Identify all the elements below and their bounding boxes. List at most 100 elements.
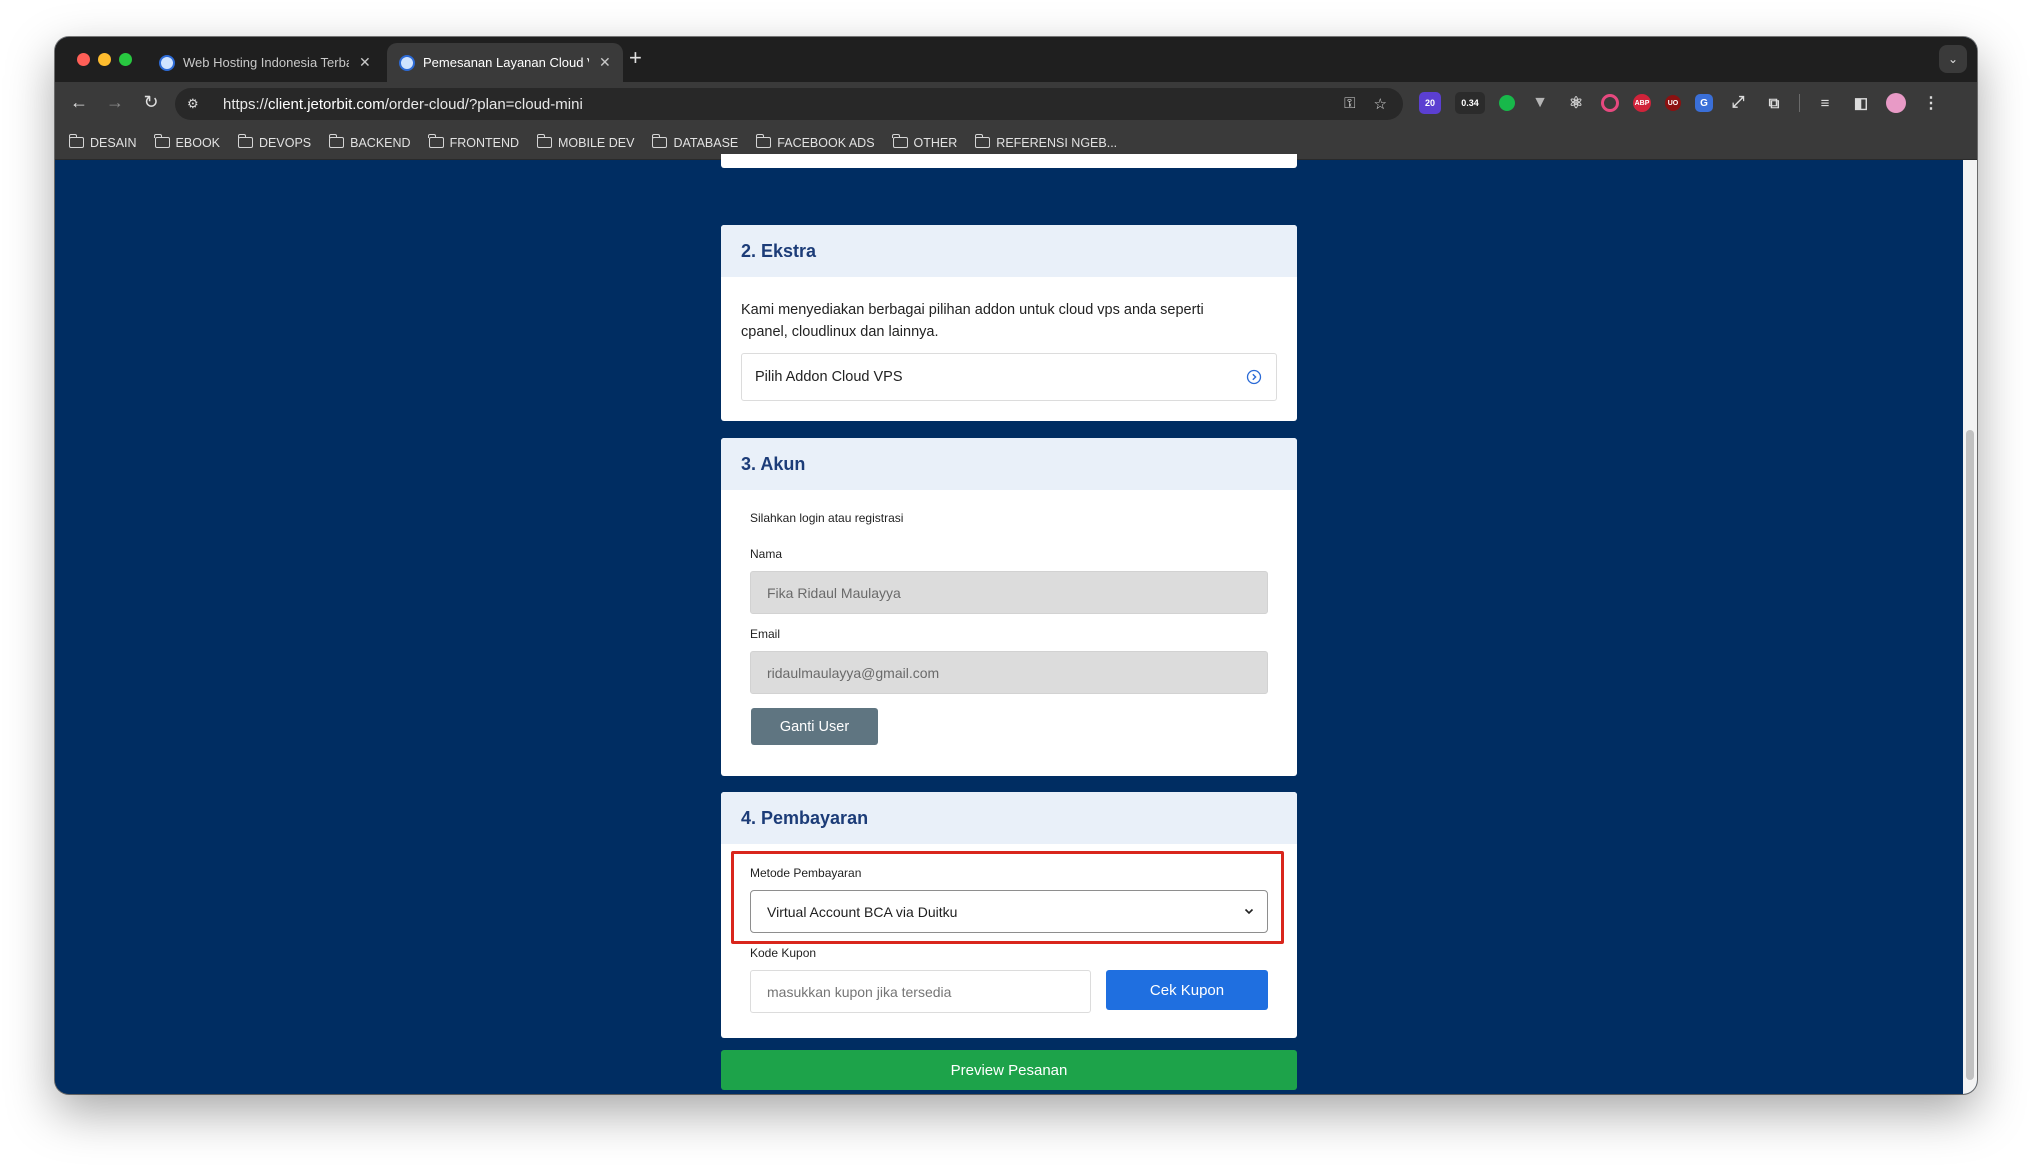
change-user-button[interactable]: Ganti User bbox=[751, 708, 878, 745]
extension-20-icon[interactable]: 20 bbox=[1419, 92, 1441, 114]
expand-arrows-icon[interactable]: ⤢ bbox=[1727, 92, 1749, 114]
folder-icon bbox=[428, 134, 444, 148]
tab-title: Pemesanan Layanan Cloud VPS bbox=[423, 55, 589, 70]
bookmark-folder[interactable]: FRONTEND bbox=[428, 134, 520, 150]
tab-search-chevron-icon[interactable]: ⌄ bbox=[1939, 45, 1967, 73]
bookmark-label: DEVOPS bbox=[259, 135, 312, 150]
back-arrow-icon[interactable]: ← bbox=[67, 92, 91, 113]
tab-web-hosting[interactable]: Web Hosting Indonesia Terbaik ✕ bbox=[147, 43, 387, 82]
email-field: ridaulmaulayya@gmail.com bbox=[750, 651, 1268, 694]
bookmark-star-icon[interactable]: ☆ bbox=[1374, 95, 1387, 113]
akun-card: 3. Akun Silahkan login atau registrasi N… bbox=[721, 438, 1297, 776]
folder-icon bbox=[68, 134, 84, 148]
coupon-input[interactable] bbox=[750, 970, 1091, 1013]
bookmark-folder[interactable]: MOBILE DEV bbox=[536, 134, 635, 150]
plus-icon[interactable]: + bbox=[629, 45, 642, 71]
ublock-icon[interactable]: UO bbox=[1665, 95, 1681, 111]
password-key-icon[interactable]: ⚿ bbox=[1344, 95, 1355, 113]
react-devtools-icon[interactable]: ⚛ bbox=[1565, 92, 1587, 114]
scrollbar-thumb[interactable] bbox=[1966, 430, 1974, 1080]
page-scrollbar[interactable] bbox=[1963, 160, 1977, 1094]
pembayaran-card: 4. Pembayaran Metode Pembayaran Virtual … bbox=[721, 792, 1297, 1038]
akun-heading: 3. Akun bbox=[721, 438, 1297, 490]
bookmark-label: DATABASE bbox=[673, 135, 739, 150]
addon-select-button[interactable]: Pilih Addon Cloud VPS bbox=[741, 353, 1277, 401]
tab-pemesanan[interactable]: Pemesanan Layanan Cloud VPS ✕ bbox=[387, 43, 623, 82]
extension-green-dot-icon[interactable] bbox=[1499, 95, 1515, 111]
extensions-bar: 20 0.34 ▼ ⚛ ABP UO G ⤢ ⧉ ≡ ◧ ⋮ bbox=[1419, 92, 1942, 114]
bookmark-folder[interactable]: DESAIN bbox=[68, 134, 137, 150]
tab-title: Web Hosting Indonesia Terbaik bbox=[183, 55, 349, 70]
email-label: Email bbox=[750, 627, 781, 641]
color-picker-icon[interactable] bbox=[1601, 94, 1619, 112]
folder-icon bbox=[651, 134, 668, 148]
maximize-window-button[interactable] bbox=[119, 53, 132, 66]
bookmark-folder[interactable]: EBOOK bbox=[154, 134, 221, 150]
payment-method-label: Metode Pembayaran bbox=[750, 866, 862, 880]
check-coupon-button[interactable]: Cek Kupon bbox=[1106, 970, 1268, 1010]
forward-arrow-icon[interactable]: → bbox=[103, 92, 127, 113]
ekstra-card: 2. Ekstra Kami menyediakan berbagai pili… bbox=[721, 225, 1297, 421]
extension-034-icon[interactable]: 0.34 bbox=[1455, 92, 1485, 114]
profile-avatar[interactable] bbox=[1886, 93, 1906, 113]
more-menu-icon[interactable]: ⋮ bbox=[1920, 92, 1942, 114]
bookmark-folder[interactable]: REFERENSI NGEB... bbox=[974, 134, 1118, 150]
bookmark-folder[interactable]: DEVOPS bbox=[237, 134, 312, 150]
folder-icon bbox=[328, 134, 345, 148]
tab-strip: Web Hosting Indonesia Terbaik ✕ Pemesana… bbox=[55, 37, 1977, 82]
jetorbit-favicon-icon bbox=[399, 54, 415, 71]
name-field: Fika Ridaul Maulayya bbox=[750, 571, 1268, 614]
close-window-button[interactable] bbox=[77, 53, 90, 66]
bookmark-folder[interactable]: DATABASE bbox=[651, 134, 739, 150]
vue-devtools-icon[interactable]: ▼ bbox=[1529, 92, 1551, 114]
address-bar[interactable]: ⚙ https://client.jetorbit.com/order-clou… bbox=[175, 88, 1403, 120]
name-label: Nama bbox=[750, 547, 783, 561]
browser-window: Web Hosting Indonesia Terbaik ✕ Pemesana… bbox=[55, 37, 1977, 1094]
bookmark-label: MOBILE DEV bbox=[558, 135, 635, 150]
url-text[interactable]: https://client.jetorbit.com/order-cloud/… bbox=[223, 96, 583, 113]
bookmark-label: FACEBOOK ADS bbox=[777, 135, 875, 150]
folder-icon bbox=[536, 134, 553, 148]
page-content: 2. Ekstra Kami menyediakan berbagai pili… bbox=[55, 154, 1977, 1094]
preview-order-button[interactable]: Preview Pesanan bbox=[721, 1050, 1297, 1090]
folder-icon bbox=[892, 134, 908, 148]
adblock-plus-icon[interactable]: ABP bbox=[1633, 94, 1651, 112]
folder-icon bbox=[154, 134, 170, 148]
close-tab-icon[interactable]: ✕ bbox=[599, 54, 611, 71]
bookmark-label: BACKEND bbox=[350, 135, 411, 150]
coupon-label: Kode Kupon bbox=[750, 946, 817, 960]
reload-icon[interactable]: ↻ bbox=[139, 92, 163, 113]
window-controls bbox=[77, 53, 132, 66]
reading-list-icon[interactable]: ≡ bbox=[1814, 92, 1836, 114]
bookmark-label: DESAIN bbox=[90, 135, 137, 150]
bookmark-label: REFERENSI NGEB... bbox=[996, 135, 1118, 150]
ekstra-heading: 2. Ekstra bbox=[721, 225, 1297, 277]
bookmark-label: OTHER bbox=[913, 135, 958, 150]
site-settings-icon[interactable]: ⚙ bbox=[187, 96, 211, 112]
chevron-down-icon bbox=[1244, 908, 1254, 915]
folder-icon bbox=[974, 134, 991, 148]
bookmark-label: FRONTEND bbox=[449, 135, 520, 150]
bookmark-folder[interactable]: BACKEND bbox=[328, 134, 411, 150]
login-instruction: Silahkan login atau registrasi bbox=[750, 511, 904, 525]
browser-toolbar: ← → ↻ ⚙ https://client.jetorbit.com/orde… bbox=[55, 82, 1977, 126]
addon-button-label: Pilih Addon Cloud VPS bbox=[755, 369, 903, 385]
folder-icon bbox=[237, 134, 254, 148]
bookmark-folder[interactable]: OTHER bbox=[892, 134, 958, 150]
pembayaran-heading: 4. Pembayaran bbox=[721, 792, 1297, 844]
close-tab-icon[interactable]: ✕ bbox=[359, 54, 371, 71]
previous-section-card bbox=[721, 154, 1297, 168]
minimize-window-button[interactable] bbox=[98, 53, 111, 66]
folder-icon bbox=[755, 134, 772, 148]
payment-method-select[interactable]: Virtual Account BCA via Duitku bbox=[750, 890, 1268, 933]
bookmark-folder[interactable]: FACEBOOK ADS bbox=[755, 134, 875, 150]
chevron-right-circle-icon bbox=[1246, 369, 1262, 385]
side-panel-icon[interactable]: ◧ bbox=[1850, 92, 1872, 114]
translate-icon[interactable]: G bbox=[1695, 94, 1713, 112]
toolbar-divider bbox=[1799, 94, 1800, 112]
extensions-puzzle-icon[interactable]: ⧉ bbox=[1763, 92, 1785, 114]
payment-method-value: Virtual Account BCA via Duitku bbox=[767, 903, 958, 920]
ekstra-description: Kami menyediakan berbagai pilihan addon … bbox=[741, 302, 1204, 340]
bookmark-label: EBOOK bbox=[175, 135, 221, 150]
jetorbit-favicon-icon bbox=[159, 54, 175, 71]
